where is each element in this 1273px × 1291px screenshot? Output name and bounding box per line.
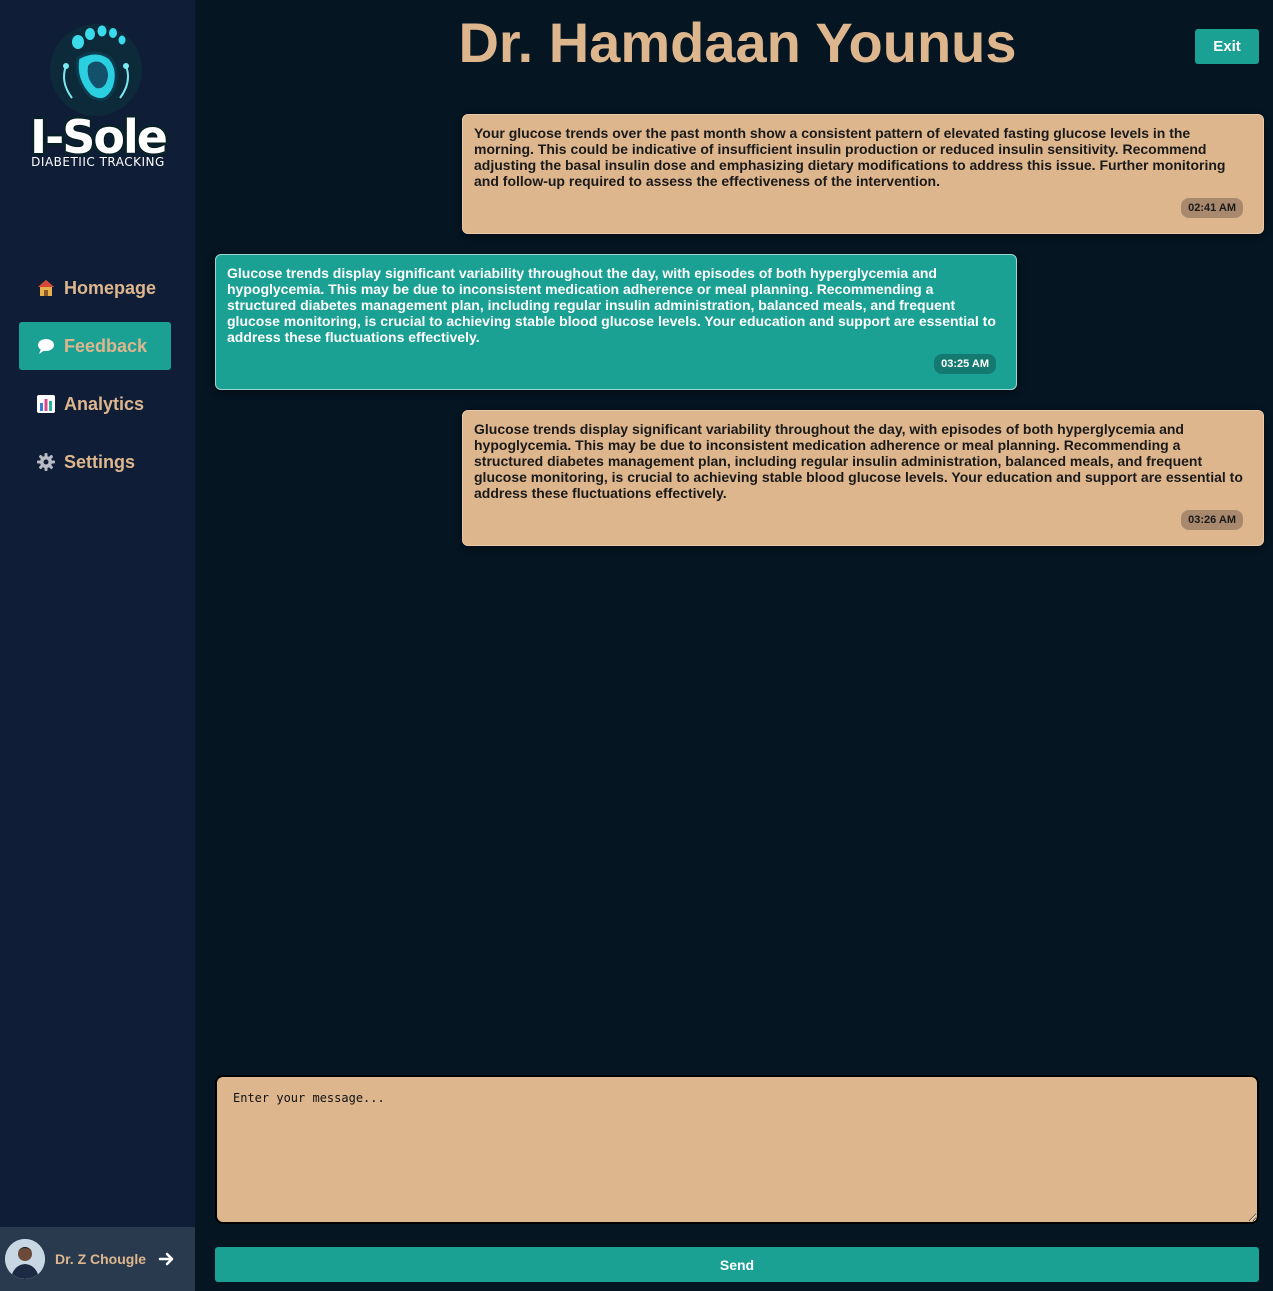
- sidebar: I-Sole DIABETIIC TRACKING Homepage Feedb…: [0, 0, 195, 1291]
- logout-arrow-icon[interactable]: [158, 1250, 176, 1268]
- bar-chart-icon: [36, 394, 56, 414]
- exit-button[interactable]: Exit: [1195, 29, 1259, 64]
- chat-message: Glucose trends display significant varia…: [462, 410, 1264, 546]
- message-text: Glucose trends display significant varia…: [474, 421, 1243, 501]
- logo-subtitle: DIABETIIC TRACKING: [31, 155, 165, 169]
- gear-icon: [36, 452, 56, 472]
- message-text: Your glucose trends over the past month …: [474, 125, 1226, 189]
- message-timestamp: 03:25 AM: [934, 354, 996, 374]
- page-title: Dr. Hamdaan Younus: [458, 11, 1017, 74]
- sidebar-item-label: Homepage: [64, 277, 157, 298]
- chat-message: Your glucose trends over the past month …: [462, 114, 1264, 234]
- message-timestamp: 02:41 AM: [1181, 198, 1243, 218]
- foot-logo-icon: [50, 24, 142, 116]
- message-text: Glucose trends display significant varia…: [227, 265, 996, 345]
- sidebar-item-settings[interactable]: Settings: [19, 438, 171, 486]
- user-name: Dr. Z Chougle: [55, 1251, 146, 1267]
- chat-message: Glucose trends display significant varia…: [215, 254, 1017, 390]
- user-profile-bar[interactable]: Dr. Z Chougle: [0, 1227, 195, 1291]
- sidebar-item-feedback[interactable]: Feedback: [19, 322, 171, 370]
- sidebar-item-label: Feedback: [64, 335, 148, 356]
- house-icon: [36, 278, 56, 298]
- sidebar-nav: Homepage Feedback Analytics Settings: [19, 264, 171, 496]
- sidebar-item-homepage[interactable]: Homepage: [19, 264, 171, 312]
- sidebar-item-analytics[interactable]: Analytics: [19, 380, 171, 428]
- app-logo[interactable]: I-Sole DIABETIIC TRACKING: [14, 18, 182, 178]
- send-button[interactable]: Send: [215, 1247, 1259, 1282]
- message-input[interactable]: [215, 1075, 1259, 1224]
- sidebar-item-label: Analytics: [64, 393, 145, 414]
- speech-bubble-icon: [36, 336, 56, 356]
- avatar[interactable]: [5, 1239, 45, 1279]
- sidebar-item-label: Settings: [64, 451, 136, 472]
- message-timestamp: 03:26 AM: [1181, 510, 1243, 530]
